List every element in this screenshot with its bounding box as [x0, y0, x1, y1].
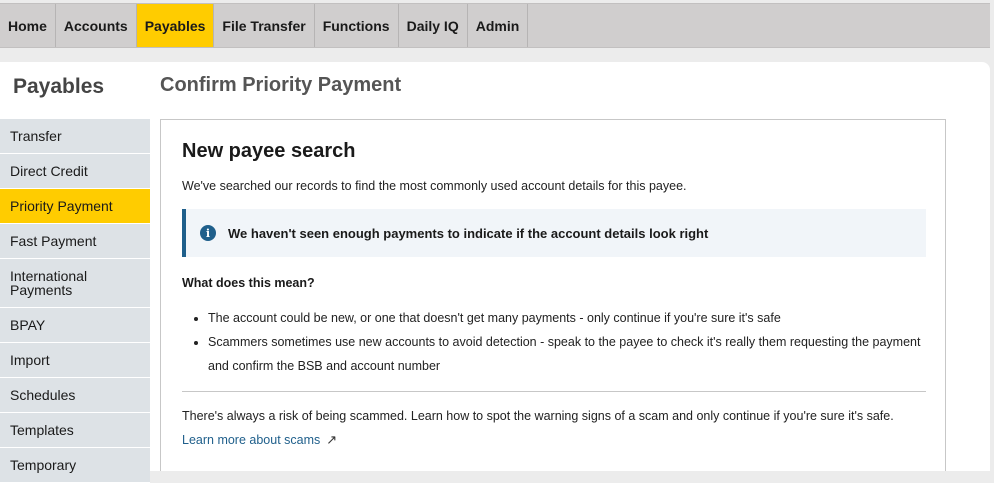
top-navigation: Home Accounts Payables File Transfer Fun…	[0, 3, 990, 48]
sidebar-item-templates[interactable]: Templates	[0, 413, 150, 448]
info-notice: i We haven't seen enough payments to ind…	[182, 209, 926, 257]
tab-admin[interactable]: Admin	[468, 4, 529, 47]
tab-daily-iq[interactable]: Daily IQ	[399, 4, 468, 47]
sidebar-item-schedules[interactable]: Schedules	[0, 378, 150, 413]
learn-more-link[interactable]: Learn more about scams ↗	[182, 432, 337, 448]
payee-search-card: New payee search We've searched our reco…	[160, 119, 946, 471]
sidebar-title: Payables	[13, 75, 105, 98]
meaning-list: The account could be new, or one that do…	[182, 306, 922, 378]
sidebar-item-transfer[interactable]: Transfer	[0, 119, 150, 154]
sidebar-item-fast-payment[interactable]: Fast Payment	[0, 224, 150, 259]
list-item: The account could be new, or one that do…	[208, 306, 922, 330]
sidebar-item-direct-credit[interactable]: Direct Credit	[0, 154, 150, 189]
list-item: Scammers sometimes use new accounts to a…	[208, 330, 922, 378]
tab-payables[interactable]: Payables	[136, 4, 215, 47]
scam-risk-text: There's always a risk of being scammed. …	[182, 409, 894, 423]
tab-file-transfer[interactable]: File Transfer	[214, 4, 315, 47]
page-title: Confirm Priority Payment	[160, 74, 402, 96]
info-notice-text: We haven't seen enough payments to indic…	[228, 225, 709, 241]
learn-more-label: Learn more about scams	[182, 433, 321, 447]
sidebar-item-priority-payment[interactable]: Priority Payment	[0, 189, 150, 224]
sidebar: Transfer Direct Credit Priority Payment …	[0, 119, 150, 483]
tab-functions[interactable]: Functions	[315, 4, 399, 47]
tab-accounts[interactable]: Accounts	[56, 4, 137, 47]
external-link-icon: ↗	[326, 432, 338, 447]
card-title: New payee search	[182, 140, 356, 162]
divider	[182, 391, 926, 392]
tab-home[interactable]: Home	[0, 4, 56, 47]
info-icon: i	[200, 225, 216, 241]
sidebar-item-bpay[interactable]: BPAY	[0, 308, 150, 343]
sidebar-item-import[interactable]: Import	[0, 343, 150, 378]
meaning-heading: What does this mean?	[182, 276, 315, 290]
card-intro-text: We've searched our records to find the m…	[182, 179, 687, 193]
sidebar-item-international-payments[interactable]: International Payments	[0, 259, 150, 308]
content-panel: Payables Transfer Direct Credit Priority…	[0, 62, 990, 483]
sidebar-item-temporary[interactable]: Temporary	[0, 448, 150, 483]
